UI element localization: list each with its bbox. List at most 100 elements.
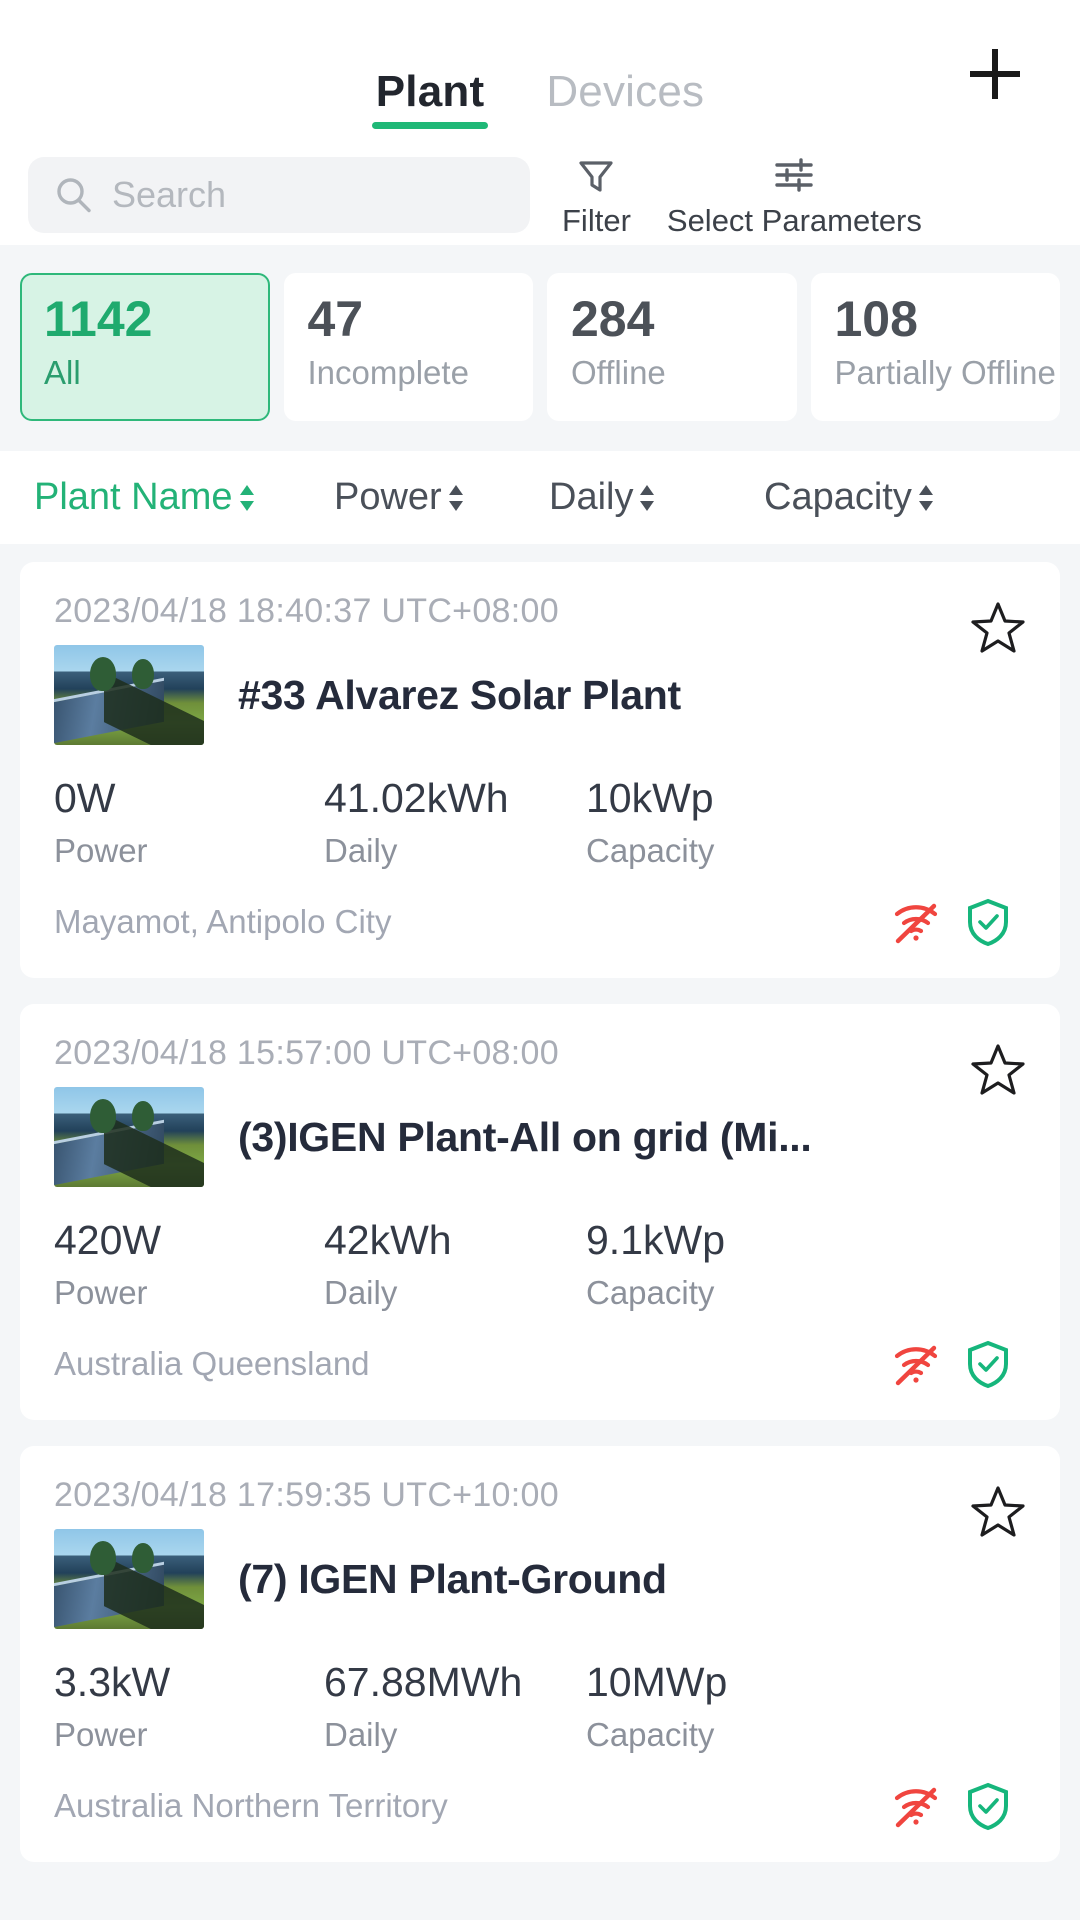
add-plant-button[interactable] xyxy=(962,41,1028,107)
shield-check-icon xyxy=(968,1782,1008,1831)
plus-icon xyxy=(970,49,1020,99)
plant-card-main: (3)IGEN Plant-All on grid (Mi... xyxy=(54,1087,1026,1187)
status-chip-all[interactable]: 1142 All xyxy=(20,273,270,421)
select-parameters-label: Select Parameters xyxy=(666,203,922,238)
metric-power-label: Power xyxy=(54,832,148,869)
plant-card[interactable]: 2023/04/18 15:57:00 UTC+08:00 (3)IGEN Pl… xyxy=(20,1004,1060,1420)
status-chip-count: 1142 xyxy=(44,291,153,347)
favorite-star-icon[interactable] xyxy=(970,600,1026,661)
plant-list-screen: Plant Devices Search Filter Select Param… xyxy=(0,0,1080,1920)
metric-power: 420W Power xyxy=(54,1217,324,1312)
sort-capacity[interactable]: Capacity xyxy=(764,476,994,519)
sort-daily-label: Daily xyxy=(549,476,634,518)
plant-card-header: 2023/04/18 17:59:35 UTC+10:00 xyxy=(54,1476,1026,1537)
favorite-star-icon[interactable] xyxy=(970,1484,1026,1545)
plant-location: Australia Northern Territory xyxy=(54,1787,448,1824)
tab-group: Plant Devices xyxy=(370,67,710,145)
plant-metrics: 3.3kW Power 67.88MWh Daily 10MWp Capacit… xyxy=(54,1659,1026,1754)
plant-name: #33 Alvarez Solar Plant xyxy=(238,671,681,718)
metric-daily-value: 42kWh xyxy=(324,1217,452,1263)
metric-daily-label: Daily xyxy=(324,1716,398,1753)
sort-power[interactable]: Power xyxy=(334,476,549,519)
metric-daily-label: Daily xyxy=(324,1274,398,1311)
sort-daily[interactable]: Daily xyxy=(549,476,764,519)
metric-daily: 41.02kWh Daily xyxy=(324,775,586,870)
wifi-off-icon xyxy=(894,1345,938,1386)
search-input[interactable]: Search xyxy=(28,157,530,233)
status-chip-partially-offline[interactable]: 108 Partially Offline xyxy=(810,273,1060,421)
metric-daily-value: 41.02kWh xyxy=(324,775,509,821)
tab-active-underline xyxy=(371,122,489,129)
sort-arrows-icon xyxy=(446,483,466,513)
tab-devices[interactable]: Devices xyxy=(540,67,710,135)
metric-capacity: 10MWp Capacity xyxy=(586,1659,846,1754)
plant-timestamp: 2023/04/18 18:40:37 UTC+08:00 xyxy=(54,592,559,630)
shield-check-icon xyxy=(968,898,1008,947)
tab-plant[interactable]: Plant xyxy=(370,67,491,135)
metric-power-label: Power xyxy=(54,1274,148,1311)
status-filter-row: 1142 All 47 Incomplete 284 Offline 108 P… xyxy=(0,245,1080,451)
sort-header: Plant Name Power Daily Capacity xyxy=(0,451,1080,544)
plant-card-footer: Australia Queensland xyxy=(54,1338,1026,1420)
plant-metrics: 0W Power 41.02kWh Daily 10kWp Capacity xyxy=(54,775,1026,870)
status-chip-incomplete[interactable]: 47 Incomplete xyxy=(283,273,533,421)
search-icon xyxy=(57,178,91,213)
metric-capacity-value: 9.1kWp xyxy=(586,1217,725,1263)
shield-check-icon xyxy=(968,1340,1008,1389)
sliders-icon xyxy=(771,151,817,199)
status-chip-offline[interactable]: 284 Offline xyxy=(547,273,797,421)
metric-capacity-value: 10kWp xyxy=(586,775,714,821)
status-chip-label: Partially Offline xyxy=(834,353,1056,391)
plant-list: 2023/04/18 18:40:37 UTC+08:00 #33 Alvare… xyxy=(0,544,1080,1862)
metric-daily-value: 67.88MWh xyxy=(324,1659,523,1705)
metric-capacity: 9.1kWp Capacity xyxy=(586,1217,846,1312)
wifi-off-icon xyxy=(894,1787,938,1828)
plant-card-main: #33 Alvarez Solar Plant xyxy=(54,645,1026,745)
metric-power-value: 0W xyxy=(54,775,116,821)
favorite-star-icon[interactable] xyxy=(970,1042,1026,1103)
plant-card[interactable]: 2023/04/18 18:40:37 UTC+08:00 #33 Alvare… xyxy=(20,562,1060,978)
metric-power-value: 3.3kW xyxy=(54,1659,171,1705)
plant-status-icons xyxy=(890,896,1026,948)
sort-power-label: Power xyxy=(334,476,442,518)
plant-card-footer: Mayamot, Antipolo City xyxy=(54,896,1026,978)
status-chip-label: Incomplete xyxy=(307,353,469,391)
metric-capacity: 10kWp Capacity xyxy=(586,775,846,870)
top-tab-bar: Plant Devices xyxy=(0,0,1080,145)
metric-daily-label: Daily xyxy=(324,832,398,869)
select-parameters-button[interactable]: Select Parameters xyxy=(661,151,928,239)
plant-name: (7) IGEN Plant-Ground xyxy=(238,1555,667,1602)
metric-power-label: Power xyxy=(54,1716,148,1753)
filter-funnel-icon xyxy=(573,151,619,199)
plant-timestamp: 2023/04/18 15:57:00 UTC+08:00 xyxy=(54,1034,559,1072)
plant-card[interactable]: 2023/04/18 17:59:35 UTC+10:00 (7) IGEN P… xyxy=(20,1446,1060,1862)
tab-devices-label: Devices xyxy=(546,67,705,116)
plant-card-main: (7) IGEN Plant-Ground xyxy=(54,1529,1026,1629)
filter-button[interactable]: Filter xyxy=(556,151,637,239)
sort-arrows-icon xyxy=(637,483,657,513)
plant-card-footer: Australia Northern Territory xyxy=(54,1780,1026,1862)
plant-timestamp: 2023/04/18 17:59:35 UTC+10:00 xyxy=(54,1476,559,1514)
plant-metrics: 420W Power 42kWh Daily 9.1kWp Capacity xyxy=(54,1217,1026,1312)
plant-location: Australia Queensland xyxy=(54,1345,370,1382)
plant-thumbnail xyxy=(54,645,204,745)
metric-capacity-label: Capacity xyxy=(586,832,715,869)
status-chip-label: Offline xyxy=(571,353,666,391)
search-toolbar: Search Filter Select Parameters xyxy=(0,145,1080,245)
sort-plant-name-label: Plant Name xyxy=(34,476,233,518)
filter-label: Filter xyxy=(562,203,631,238)
metric-daily: 42kWh Daily xyxy=(324,1217,586,1312)
plant-card-header: 2023/04/18 15:57:00 UTC+08:00 xyxy=(54,1034,1026,1095)
sort-plant-name[interactable]: Plant Name xyxy=(34,476,334,519)
status-chip-count: 47 xyxy=(307,291,364,347)
metric-power-value: 420W xyxy=(54,1217,162,1263)
status-chip-count: 108 xyxy=(834,291,918,347)
status-chip-label: All xyxy=(44,353,81,391)
plant-thumbnail xyxy=(54,1087,204,1187)
search-placeholder: Search xyxy=(112,174,227,215)
plant-name: (3)IGEN Plant-All on grid (Mi... xyxy=(238,1113,812,1160)
plant-thumbnail xyxy=(54,1529,204,1629)
sort-capacity-label: Capacity xyxy=(764,476,912,518)
wifi-off-icon xyxy=(894,903,938,944)
metric-daily: 67.88MWh Daily xyxy=(324,1659,586,1754)
